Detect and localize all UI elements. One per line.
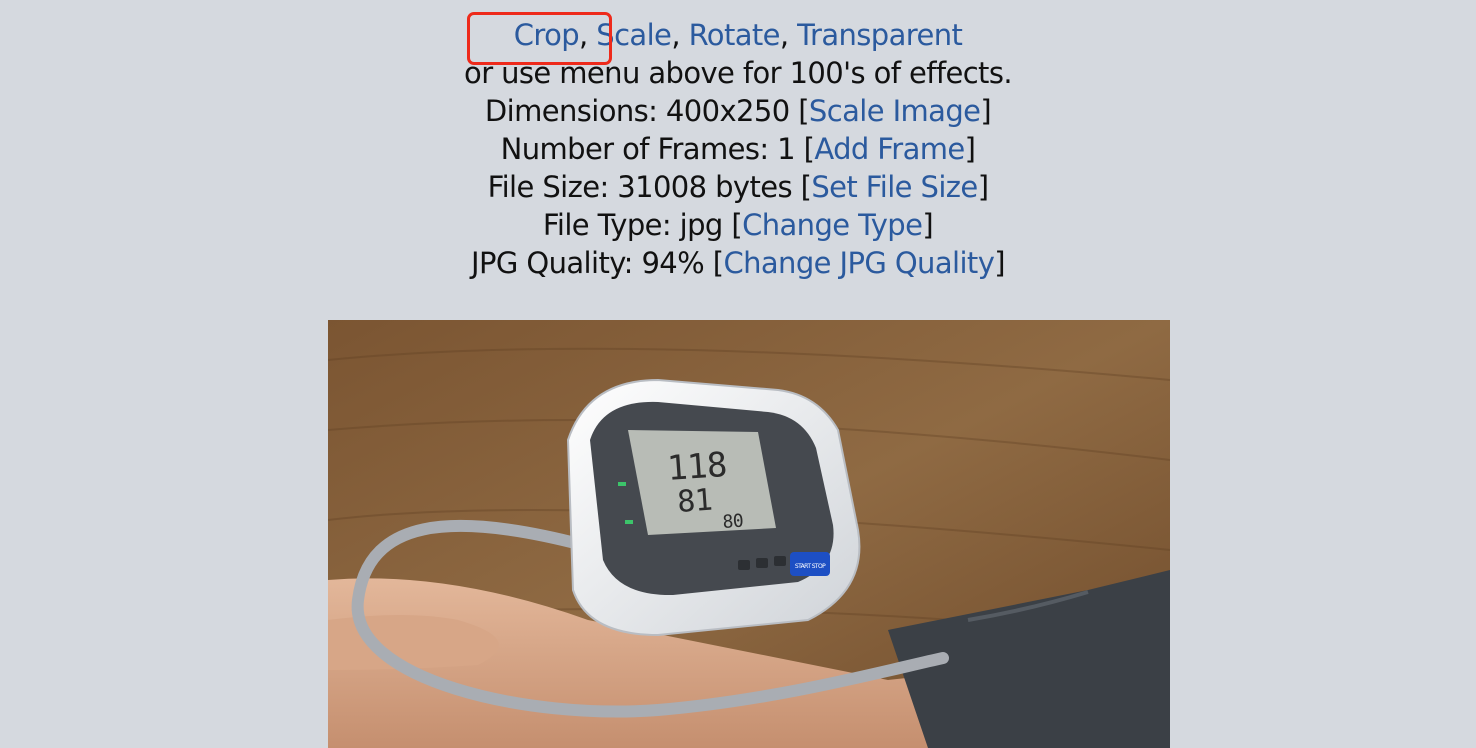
dia-reading: 81 bbox=[676, 483, 713, 520]
separator: , bbox=[671, 18, 689, 52]
bracket-close: ] bbox=[980, 94, 992, 128]
scale-image-link[interactable]: Scale Image bbox=[809, 94, 981, 128]
sys-reading: 118 bbox=[666, 445, 728, 489]
blood-pressure-monitor-photo: 118 81 80 START STOP bbox=[328, 320, 1170, 748]
edited-image: 118 81 80 START STOP bbox=[328, 320, 1170, 748]
bracket-close: ] bbox=[977, 170, 989, 204]
file-size-label: File Size: 31008 bytes [ bbox=[487, 170, 812, 204]
file-type-label: File Type: jpg [ bbox=[542, 208, 743, 242]
dimensions-label: Dimensions: 400x250 [ bbox=[484, 94, 810, 128]
image-info-panel: Crop, Scale, Rotate, Transparent or use … bbox=[0, 16, 1476, 282]
bracket-close: ] bbox=[994, 246, 1005, 280]
change-type-link[interactable]: Change Type bbox=[742, 208, 923, 242]
separator: , bbox=[779, 18, 798, 52]
pulse-reading: 80 bbox=[722, 511, 744, 533]
quick-actions-line: Crop, Scale, Rotate, Transparent bbox=[0, 16, 1476, 54]
rotate-link[interactable]: Rotate bbox=[689, 18, 781, 52]
file-size-line: File Size: 31008 bytes [Set File Size] bbox=[0, 168, 1476, 206]
bracket-close: ] bbox=[964, 132, 976, 166]
crop-link[interactable]: Crop bbox=[514, 18, 580, 52]
bracket-close: ] bbox=[922, 208, 934, 242]
start-stop-label: START STOP bbox=[795, 563, 826, 570]
scale-link[interactable]: Scale bbox=[596, 18, 672, 52]
jpg-quality-label: JPG Quality: 94% [ bbox=[471, 246, 724, 280]
change-jpg-quality-link[interactable]: Change JPG Quality bbox=[723, 246, 994, 280]
frames-label: Number of Frames: 1 [ bbox=[500, 132, 815, 166]
separator: , bbox=[579, 18, 597, 52]
jpg-quality-line: JPG Quality: 94% [Change JPG Quality] bbox=[0, 244, 1476, 282]
dimensions-line: Dimensions: 400x250 [Scale Image] bbox=[0, 92, 1476, 130]
frames-line: Number of Frames: 1 [Add Frame] bbox=[0, 130, 1476, 168]
file-type-line: File Type: jpg [Change Type] bbox=[0, 206, 1476, 244]
add-frame-link[interactable]: Add Frame bbox=[814, 132, 965, 166]
set-file-size-link[interactable]: Set File Size bbox=[811, 170, 978, 204]
transparent-link[interactable]: Transparent bbox=[797, 18, 963, 52]
menu-hint-text: or use menu above for 100's of effects. bbox=[464, 56, 1013, 90]
